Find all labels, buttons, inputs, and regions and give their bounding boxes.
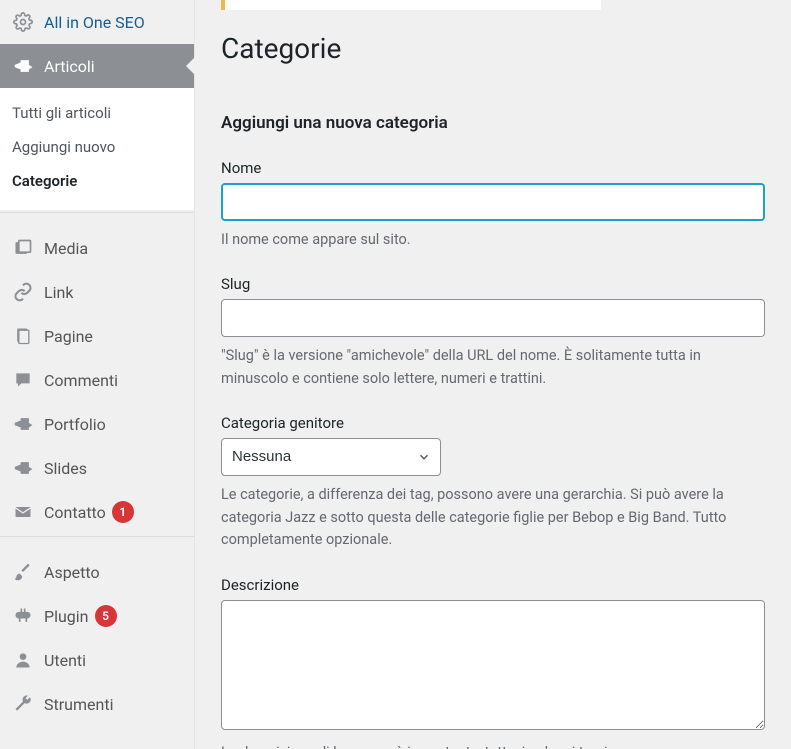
plugin-icon (12, 605, 34, 627)
sidebar-item-label: Slides (44, 459, 87, 478)
sidebar-item-label: Utenti (44, 651, 86, 670)
wrench-icon (12, 693, 34, 715)
gear-icon (12, 11, 34, 33)
sidebar-item-pagine[interactable]: Pagine (0, 314, 194, 358)
sidebar-item-aspetto[interactable]: Aspetto (0, 550, 194, 594)
notification-badge: 1 (112, 501, 134, 523)
sidebar-item-label: Portfolio (44, 415, 106, 434)
sidebar-item-label: All in One SEO (44, 13, 145, 32)
sidebar-item-label: Contatto (44, 503, 106, 522)
slug-label: Slug (221, 275, 765, 293)
sidebar-item-contatto[interactable]: Contatto 1 (0, 490, 194, 534)
field-slug: Slug "Slug" è la versione "amichevole" d… (221, 275, 765, 390)
field-nome: Nome Il nome come appare sul sito. (221, 159, 765, 251)
notification-badge: 5 (95, 605, 117, 627)
mail-icon (12, 501, 34, 523)
nome-help: Il nome come appare sul sito. (221, 229, 765, 251)
sidebar-item-label: Pagine (44, 327, 93, 346)
nome-input[interactable] (221, 183, 765, 221)
link-icon (12, 281, 34, 303)
nome-label: Nome (221, 159, 765, 177)
menu-separator (0, 212, 194, 226)
sidebar-item-label: Commenti (44, 371, 118, 390)
sidebar-item-portfolio[interactable]: Portfolio (0, 402, 194, 446)
page-title: Categorie (221, 32, 765, 65)
admin-sidebar: All in One SEO Articoli Tutti gli artico… (0, 0, 195, 749)
submenu-articoli: Tutti gli articoli Aggiungi nuovo Catego… (0, 88, 194, 210)
pin-icon (12, 55, 34, 77)
sidebar-item-label: Media (44, 239, 88, 258)
field-desc: Descrizione La descrizione di base non è… (221, 576, 765, 749)
sidebar-item-label: Aspetto (44, 563, 100, 582)
submenu-item-aggiungi[interactable]: Aggiungi nuovo (0, 130, 194, 164)
sidebar-item-media[interactable]: Media (0, 226, 194, 270)
parent-help: Le categorie, a differenza dei tag, poss… (221, 484, 765, 551)
notice-bar (221, 0, 601, 10)
submenu-item-tutti[interactable]: Tutti gli articoli (0, 96, 194, 130)
page-icon (12, 325, 34, 347)
pin-icon (12, 413, 34, 435)
user-icon (12, 649, 34, 671)
field-parent: Categoria genitore Nessuna Le categorie,… (221, 414, 765, 551)
desc-help: La descrizione di base non è importante,… (221, 742, 765, 749)
sidebar-item-aioseo[interactable]: All in One SEO (0, 0, 194, 44)
sidebar-item-commenti[interactable]: Commenti (0, 358, 194, 402)
sidebar-item-plugin[interactable]: Plugin 5 (0, 594, 194, 638)
sidebar-item-label: Plugin (44, 607, 89, 626)
main-content: Categorie Aggiungi una nuova categoria N… (195, 0, 791, 749)
sidebar-item-utenti[interactable]: Utenti (0, 638, 194, 682)
sidebar-item-label: Articoli (44, 57, 95, 76)
sidebar-item-strumenti[interactable]: Strumenti (0, 682, 194, 726)
form-title: Aggiungi una nuova categoria (221, 113, 765, 133)
sidebar-item-slides[interactable]: Slides (0, 446, 194, 490)
pin-icon (12, 457, 34, 479)
parent-select[interactable]: Nessuna (221, 438, 441, 476)
parent-label: Categoria genitore (221, 414, 765, 432)
slug-help: "Slug" è la versione "amichevole" della … (221, 345, 765, 390)
sidebar-item-label: Strumenti (44, 695, 113, 714)
sidebar-item-link[interactable]: Link (0, 270, 194, 314)
desc-label: Descrizione (221, 576, 765, 594)
menu-separator (0, 536, 194, 550)
media-icon (12, 237, 34, 259)
slug-input[interactable] (221, 299, 765, 337)
desc-textarea[interactable] (221, 600, 765, 730)
sidebar-item-label: Link (44, 283, 73, 302)
sidebar-item-articoli[interactable]: Articoli (0, 44, 194, 88)
brush-icon (12, 561, 34, 583)
submenu-item-categorie[interactable]: Categorie (0, 164, 194, 198)
comment-icon (12, 369, 34, 391)
